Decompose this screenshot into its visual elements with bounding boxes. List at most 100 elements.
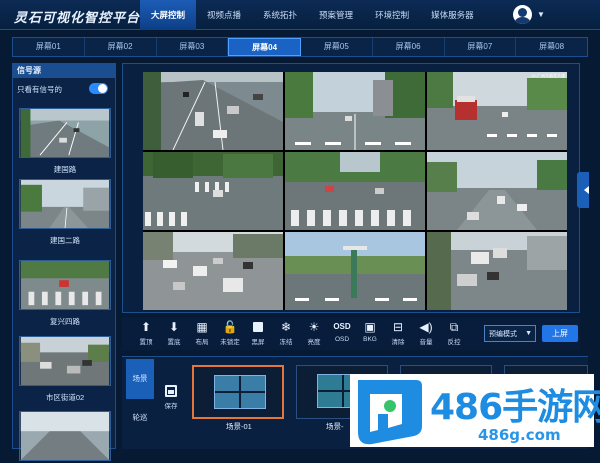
source-item[interactable]: 复兴四路 xyxy=(19,260,111,327)
signal-source-panel: 信号源 只看有信号的 建国路 建国二路 复兴四路 市区街道02 xyxy=(12,63,116,461)
tool-label: 亮度 xyxy=(307,339,321,346)
bring-to-top-button[interactable]: ⬆ 置顶 xyxy=(135,320,157,346)
video-cell[interactable] xyxy=(427,232,567,310)
save-icon xyxy=(165,385,177,397)
tool-label: 置顶 xyxy=(139,339,153,346)
arrow-up-icon: ⬆ xyxy=(140,320,152,334)
tool-label: 未锁定 xyxy=(220,339,240,346)
camera-feed xyxy=(285,232,425,310)
top-bar: 灵石可视化智控平台 大屏控制 视频点播 系统拓扑 预案管理 环境控制 媒体服务器… xyxy=(0,0,600,30)
scene-card[interactable] xyxy=(192,365,284,419)
screen-tabs: 屏幕01 屏幕02 屏幕03 屏幕04 屏幕05 屏幕06 屏幕07 屏幕08 xyxy=(12,37,588,57)
avatar[interactable] xyxy=(513,5,532,24)
layout-grid-icon: ▦ xyxy=(196,320,208,334)
tab-scenes[interactable]: 场景 xyxy=(126,359,154,399)
video-cell[interactable] xyxy=(285,72,425,150)
source-item[interactable]: 市区街道02 xyxy=(19,336,111,403)
nav-item-environment[interactable]: 环境控制 xyxy=(364,0,420,30)
freeze-button[interactable]: ❄ 冻结 xyxy=(275,320,297,346)
video-cell[interactable] xyxy=(143,152,283,230)
tool-label: 置底 xyxy=(167,339,181,346)
video-cell[interactable] xyxy=(285,152,425,230)
camera-feed xyxy=(143,232,283,310)
video-cell[interactable] xyxy=(285,232,425,310)
nav-item-topology[interactable]: 系统拓扑 xyxy=(252,0,308,30)
clear-button[interactable]: ⊟ 清除 xyxy=(387,320,409,346)
tab-screen-03[interactable]: 屏幕03 xyxy=(157,38,229,56)
tab-patrol[interactable]: 轮巡 xyxy=(126,403,154,433)
video-wall: JX-广州大道北大道 xyxy=(122,63,580,313)
video-cell[interactable] xyxy=(143,232,283,310)
speaker-icon: ◀) xyxy=(419,320,433,334)
camera-feed xyxy=(143,152,283,230)
background-button[interactable]: ▣ BKG xyxy=(359,320,381,343)
unlock-icon: 🔓 xyxy=(222,320,238,334)
arrow-down-icon: ⬇ xyxy=(168,320,180,334)
watermark-url: 486g.com xyxy=(478,426,561,444)
layout-button[interactable]: ▦ 布局 xyxy=(191,320,213,346)
save-button[interactable]: 保存 xyxy=(160,385,182,410)
scene-layout-preview xyxy=(214,375,266,409)
nav-item-video-on-demand[interactable]: 视频点播 xyxy=(196,0,252,30)
camera-feed xyxy=(285,152,425,230)
tool-label: 冻结 xyxy=(279,339,293,346)
chevron-down-icon[interactable]: ▼ xyxy=(537,10,545,19)
tool-label: BKG xyxy=(363,336,377,343)
send-to-bottom-button[interactable]: ⬇ 置底 xyxy=(163,320,185,346)
tool-label: 音量 xyxy=(419,339,433,346)
tab-screen-04[interactable]: 屏幕04 xyxy=(228,38,301,56)
tab-screen-06[interactable]: 屏幕06 xyxy=(373,38,445,56)
source-thumbnail xyxy=(19,108,111,158)
camera-feed xyxy=(285,72,425,150)
panel-title: 信号源 xyxy=(13,64,115,78)
tool-label: 反控 xyxy=(447,339,461,346)
scene-label: 场景- xyxy=(326,422,344,431)
camera-feed xyxy=(143,72,283,150)
tab-screen-07[interactable]: 屏幕07 xyxy=(445,38,517,56)
signal-filter-toggle[interactable] xyxy=(89,83,108,94)
volume-button[interactable]: ◀) 音量 xyxy=(415,320,437,346)
osd-icon: OSD xyxy=(333,322,351,331)
nav-item-plans[interactable]: 预案管理 xyxy=(308,0,364,30)
camera-feed xyxy=(427,232,567,310)
tab-screen-01[interactable]: 屏幕01 xyxy=(13,38,85,56)
nav-item-media-server[interactable]: 媒体服务器 xyxy=(420,0,485,30)
source-label: 建国二路 xyxy=(50,236,80,245)
chevron-down-icon: ▼ xyxy=(525,330,532,337)
source-item[interactable] xyxy=(19,411,111,463)
tool-label: 布局 xyxy=(195,339,209,346)
tab-screen-02[interactable]: 屏幕02 xyxy=(85,38,157,56)
camera-feed xyxy=(427,152,567,230)
video-cell[interactable] xyxy=(427,152,567,230)
source-item[interactable]: 建国二路 xyxy=(19,179,111,246)
unlock-button[interactable]: 🔓 未锁定 xyxy=(219,320,241,346)
nav-item-screen-control[interactable]: 大屏控制 xyxy=(140,0,197,30)
tool-label: 黑屏 xyxy=(251,339,265,346)
watermark-banner: 486手游网 486g.com xyxy=(350,374,600,447)
black-screen-button[interactable]: 黑屏 xyxy=(247,320,269,346)
video-cell[interactable]: JX-广州大道北大道 xyxy=(427,72,567,150)
watermark-logo-icon xyxy=(358,380,422,445)
tab-screen-05[interactable]: 屏幕05 xyxy=(301,38,373,56)
snowflake-icon: ❄ xyxy=(280,320,292,334)
source-label: 复兴四路 xyxy=(50,317,80,326)
app-title: 灵石可视化智控平台 xyxy=(14,10,141,25)
save-label: 保存 xyxy=(164,403,178,410)
panel-collapse-handle[interactable] xyxy=(577,172,589,208)
remote-control-button[interactable]: ⧉ 反控 xyxy=(443,320,465,346)
main-nav: 大屏控制 视频点播 系统拓扑 预案管理 环境控制 媒体服务器 xyxy=(140,0,485,30)
source-item[interactable]: 建国路 xyxy=(19,108,111,175)
source-thumbnail xyxy=(19,179,111,229)
camera-feed xyxy=(427,72,567,150)
osd-button[interactable]: OSD OSD xyxy=(331,320,353,343)
mode-select-value: 预编模式 xyxy=(489,331,517,338)
tool-label: 清除 xyxy=(391,339,405,346)
video-cell[interactable] xyxy=(143,72,283,150)
brightness-button[interactable]: ☀ 亮度 xyxy=(303,320,325,346)
source-thumbnail xyxy=(19,336,111,386)
upscreen-button[interactable]: 上屏 xyxy=(542,325,578,342)
video-grid: JX-广州大道北大道 xyxy=(143,72,567,310)
mode-select[interactable]: 预编模式 ▼ xyxy=(484,325,536,342)
tab-screen-08[interactable]: 屏幕08 xyxy=(516,38,587,56)
source-thumbnail xyxy=(19,411,111,461)
